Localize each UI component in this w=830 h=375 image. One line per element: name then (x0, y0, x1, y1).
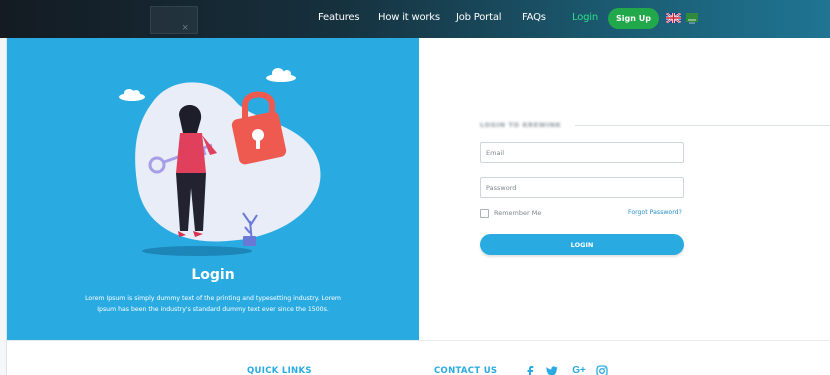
nav-link-faqs[interactable]: FAQs (522, 12, 546, 23)
saudi-flag-icon[interactable] (686, 13, 698, 24)
footer-contact-heading: CONTACT US (434, 366, 498, 375)
footer: QUICK LINKS CONTACT US G+ (7, 340, 830, 375)
close-icon[interactable]: × (182, 22, 188, 34)
email-field[interactable]: Email (480, 142, 684, 163)
nav-link-features[interactable]: Features (318, 12, 360, 23)
nav-link-login[interactable]: Login (572, 12, 598, 23)
facebook-icon[interactable] (524, 365, 536, 375)
hero-title: Login (191, 267, 235, 283)
forgot-password-link[interactable]: Forgot Password? (628, 209, 682, 216)
footer-quick-links-heading: QUICK LINKS (247, 366, 312, 375)
ghost-tab (150, 6, 198, 34)
signup-button[interactable]: Sign Up (608, 8, 659, 29)
google-plus-icon[interactable]: G+ (571, 365, 587, 375)
instagram-icon[interactable] (596, 365, 608, 375)
nav-link-job-portal[interactable]: Job Portal (456, 12, 502, 23)
nav-link-how-it-works[interactable]: How it works (378, 12, 440, 23)
login-illustration (119, 68, 321, 256)
hero-panel: Login Lorem Ipsum is simply dummy text o… (7, 38, 419, 340)
top-navbar: × Features How it works Job Portal FAQs … (0, 0, 830, 38)
password-field[interactable]: Password (480, 177, 684, 198)
uk-flag-icon[interactable] (666, 13, 681, 23)
remember-me-checkbox[interactable] (480, 209, 489, 218)
page-left-edge (0, 38, 7, 375)
heading-divider (575, 125, 830, 126)
remember-me-label[interactable]: Remember Me (494, 209, 541, 217)
login-form-panel: LOGIN TO KREWINK Email Password Remember… (419, 38, 830, 340)
form-heading: LOGIN TO KREWINK (480, 121, 562, 129)
twitter-icon[interactable] (546, 365, 558, 375)
login-submit-button[interactable]: LOGIN (480, 234, 684, 255)
hero-description: Lorem Ipsum is simply dummy text of the … (85, 295, 341, 313)
